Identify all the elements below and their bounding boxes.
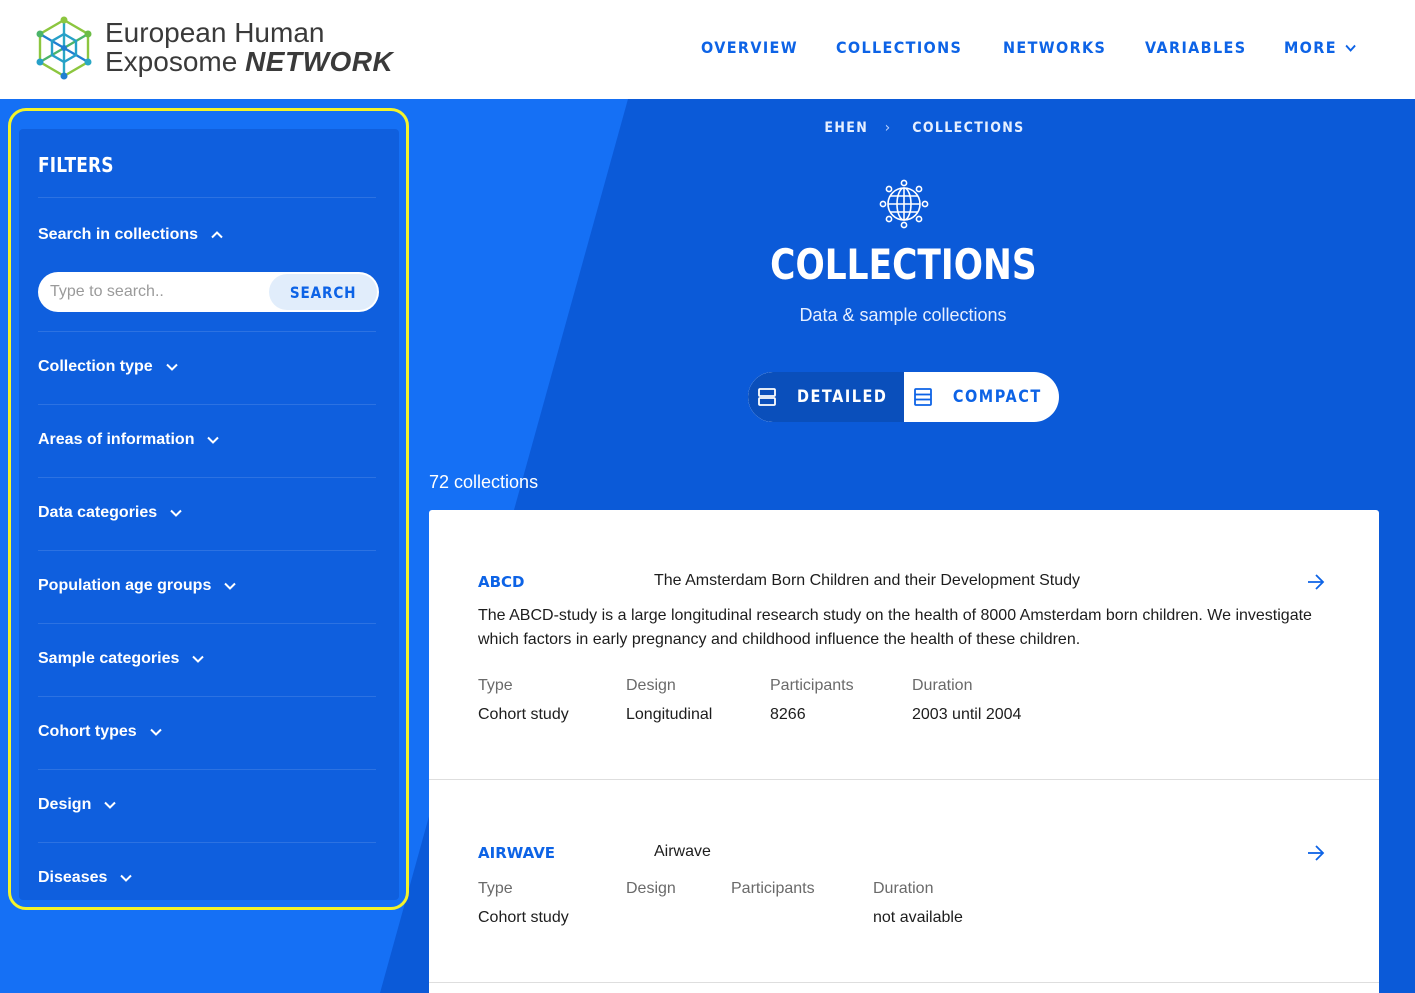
meta-value-participants: 8266 (770, 706, 806, 723)
logo-line-1: European Human (105, 17, 325, 48)
filter-population-age-groups: Population age groups (38, 550, 376, 623)
chevron-down-icon (192, 655, 205, 663)
filter-areas-of-information-toggle[interactable]: Areas of information (38, 431, 220, 449)
collections-count: 72 collections (429, 472, 539, 492)
filter-design: Design (38, 769, 376, 842)
collection-acronym-link[interactable]: ABCD (478, 573, 525, 591)
globe-network-icon (879, 179, 929, 229)
filter-data-categories: Data categories (38, 477, 376, 550)
nav-collections[interactable]: COLLECTIONS (836, 38, 962, 57)
view-detailed-label: DETAILED (796, 387, 888, 407)
meta-label-type: Type (478, 677, 513, 694)
detailed-view-icon (757, 388, 776, 406)
filter-sample-categories: Sample categories (38, 623, 376, 696)
filter-label: Areas of information (38, 431, 195, 448)
filter-cohort-types: Cohort types (38, 696, 376, 769)
collection-name: Airwave (654, 843, 711, 860)
site-logo[interactable]: European Human Exposome NETWORK (33, 14, 393, 84)
filter-label: Cohort types (38, 723, 137, 740)
chevron-down-icon (120, 874, 133, 882)
filter-population-age-groups-toggle[interactable]: Population age groups (38, 577, 237, 595)
filter-label: Population age groups (38, 577, 212, 594)
collection-acronym-link[interactable]: AIRWAVE (478, 844, 555, 862)
filter-collection-type: Collection type (38, 331, 376, 404)
breadcrumb: EHEN › COLLECTIONS (822, 120, 1031, 136)
chevron-down-icon (224, 582, 237, 590)
breadcrumb-separator: › (884, 120, 892, 136)
nav-collections-label: COLLECTIONS (835, 38, 962, 57)
filter-label: Collection type (38, 358, 153, 375)
logo-line-2: Exposome NETWORK (105, 46, 393, 78)
network-logo-icon (36, 16, 92, 80)
meta-value-type: Cohort study (478, 706, 569, 723)
meta-label-type: Type (478, 880, 513, 897)
arrow-right-icon[interactable] (1306, 572, 1326, 592)
nav-networks-label: NETWORKS (1002, 38, 1107, 57)
meta-label-design: Design (626, 677, 676, 694)
collections-list: ABCD The Amsterdam Born Children and the… (429, 510, 1379, 993)
chevron-down-icon (1345, 44, 1356, 52)
nav-variables[interactable]: VARIABLES (1145, 38, 1246, 57)
nav-variables-label: VARIABLES (1144, 38, 1246, 57)
view-toggle: DETAILED COMPACT (748, 372, 1059, 422)
logo-line-2-bold: NETWORK (245, 46, 394, 77)
filter-diseases-toggle[interactable]: Diseases (38, 869, 133, 887)
view-compact-button[interactable]: COMPACT (904, 372, 1059, 422)
filter-collection-type-toggle[interactable]: Collection type (38, 358, 179, 376)
collection-name: The Amsterdam Born Children and their De… (654, 572, 1080, 589)
filter-label: Sample categories (38, 650, 180, 667)
chevron-down-icon (104, 801, 117, 809)
arrow-right-icon[interactable] (1306, 843, 1326, 863)
logo-line-2-plain: Exposome (105, 46, 246, 77)
filter-areas-of-information: Areas of information (38, 404, 376, 477)
meta-label-participants: Participants (770, 677, 854, 694)
filter-diseases: Diseases (38, 842, 376, 900)
meta-label-participants: Participants (731, 880, 815, 897)
breadcrumb-ehen[interactable]: EHEN (824, 120, 868, 136)
meta-value-duration: not available (873, 909, 963, 926)
meta-label-duration: Duration (873, 880, 934, 897)
filter-design-toggle[interactable]: Design (38, 796, 117, 814)
site-header: European Human Exposome NETWORK OVERVIEW… (0, 0, 1415, 99)
chevron-down-icon (149, 728, 162, 736)
main-nav: OVERVIEW COLLECTIONS NETWORKS VARIABLES … (701, 38, 1365, 57)
nav-networks[interactable]: NETWORKS (1003, 38, 1106, 57)
filter-label: Diseases (38, 869, 108, 886)
meta-value-duration: 2003 until 2004 (912, 706, 1022, 723)
meta-label-duration: Duration (912, 677, 973, 694)
filter-cohort-types-toggle[interactable]: Cohort types (38, 723, 163, 741)
view-compact-label: COMPACT (953, 387, 1042, 407)
filter-label: Design (38, 796, 92, 813)
nav-overview[interactable]: OVERVIEW (701, 38, 798, 57)
compact-view-icon (914, 388, 933, 406)
chevron-down-icon (170, 509, 182, 517)
collection-description: The ABCD-study is a large longitudinal r… (478, 607, 1312, 648)
page-subtitle: Data & sample collections (799, 305, 1007, 325)
view-detailed-button[interactable]: DETAILED (748, 372, 904, 422)
filter-sample-categories-toggle[interactable]: Sample categories (38, 650, 205, 668)
nav-more-label: MORE (1284, 38, 1338, 57)
meta-label-design: Design (626, 880, 676, 897)
collection-card: AIRWAVE Airwave Type Design Participants… (429, 780, 1379, 983)
chevron-down-icon (165, 363, 178, 371)
meta-value-design: Longitudinal (626, 706, 713, 723)
filter-data-categories-toggle[interactable]: Data categories (38, 504, 183, 522)
filter-label: Data categories (38, 504, 158, 521)
page-title: COLLECTIONS (163, 240, 1415, 289)
filters-title: FILTERS (38, 153, 114, 177)
page-title-text: COLLECTIONS (770, 240, 1037, 289)
chevron-down-icon (207, 436, 220, 444)
collection-card: ABCD The Amsterdam Born Children and the… (429, 510, 1379, 780)
nav-more[interactable]: MORE (1284, 38, 1357, 57)
nav-overview-label: OVERVIEW (700, 38, 798, 57)
breadcrumb-collections[interactable]: COLLECTIONS (912, 120, 1024, 136)
meta-value-type: Cohort study (478, 909, 569, 926)
